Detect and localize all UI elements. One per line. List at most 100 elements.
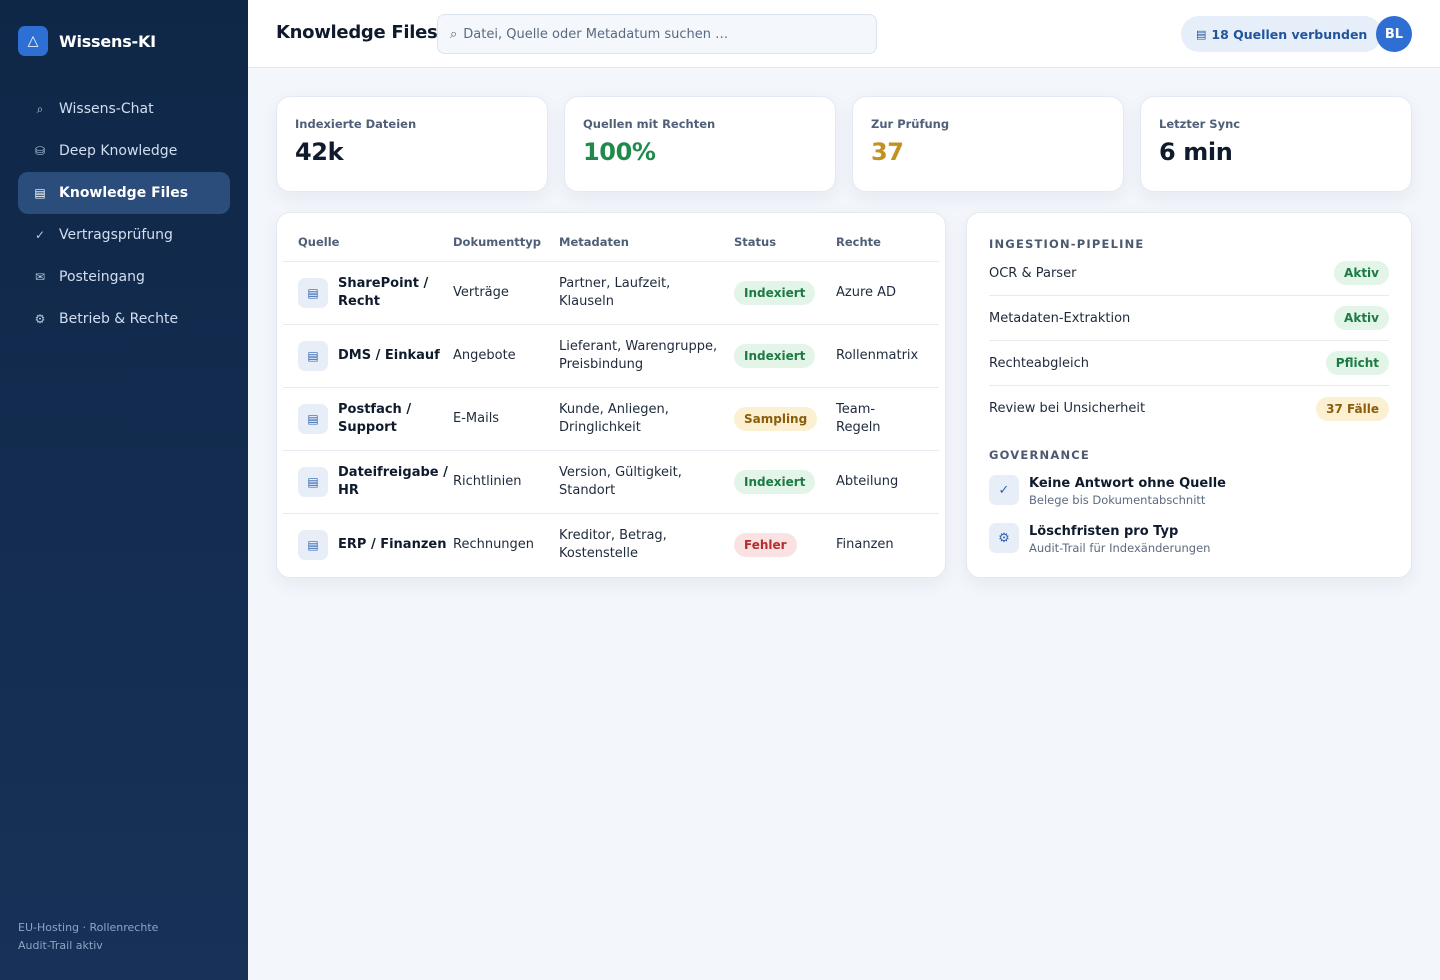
review-cases-badge[interactable]: 37 Fälle bbox=[1316, 396, 1389, 421]
cell-source: ▤ SharePoint / Recht bbox=[283, 261, 453, 325]
sources-connected-button[interactable]: ▤ 18 Quellen verbunden bbox=[1181, 16, 1383, 52]
column-header-source[interactable]: Quelle bbox=[283, 223, 453, 262]
cell-type: Verträge bbox=[453, 261, 559, 325]
file-icon: ▤ bbox=[298, 466, 328, 497]
stat-label: Quellen mit Rechten bbox=[583, 117, 716, 131]
footer-hosting: EU-Hosting · Rollenrechte bbox=[18, 921, 159, 934]
table-row[interactable]: ▤ SharePoint / Recht Verträge Partner, La… bbox=[283, 261, 939, 325]
sidebar-item-label: Knowledge Files bbox=[59, 185, 189, 201]
stat-label: Zur Prüfung bbox=[871, 117, 950, 131]
file-icon: ▤ bbox=[34, 186, 46, 200]
table-row[interactable]: ▤ Postfach / Support E-Mails Kunde, Anlie… bbox=[283, 387, 939, 451]
stat-card-to-review: Zur Prüfung 37 bbox=[852, 96, 1124, 192]
cell-metadata: Version, Gültigkeit, Standort bbox=[559, 450, 734, 514]
column-header-metadata[interactable]: Metadaten bbox=[559, 223, 734, 262]
source-name: SharePoint / Recht bbox=[338, 275, 429, 309]
governance-title: GOVERNANCE bbox=[989, 448, 1090, 462]
search-input[interactable] bbox=[463, 26, 864, 42]
cell-type: Angebote bbox=[453, 324, 559, 388]
sources-table-card: Quelle Dokumenttyp Metadaten Status Rech… bbox=[276, 212, 946, 578]
pipeline-item: Metadaten-Extraktion Aktiv bbox=[989, 296, 1389, 341]
pipeline-item-label: Metadaten-Extraktion bbox=[989, 310, 1131, 326]
sources-connected-label: 18 Quellen verbunden bbox=[1211, 26, 1368, 42]
status-badge: Pflicht bbox=[1325, 351, 1389, 375]
column-header-status[interactable]: Status bbox=[734, 223, 836, 262]
file-icon: ▤ bbox=[1196, 27, 1207, 41]
status-badge: Indexiert bbox=[734, 280, 816, 305]
sidebar-item-label: Betrieb & Rechte bbox=[59, 311, 179, 327]
cell-status: Fehler bbox=[734, 513, 836, 576]
sidebar: △ Wissens-KI ⌕ Wissens-Chat ⛁ Deep Knowl… bbox=[0, 0, 248, 980]
cell-status: Indexiert bbox=[734, 261, 836, 325]
source-name: ERP / Finanzen bbox=[338, 536, 447, 552]
stat-value: 100% bbox=[583, 138, 656, 166]
pipeline-item: Rechteabgleich Pflicht bbox=[989, 341, 1389, 386]
sidebar-item-label: Deep Knowledge bbox=[59, 143, 178, 159]
table-row[interactable]: ▤ ERP / Finanzen Rechnungen Kreditor, Be… bbox=[283, 513, 939, 576]
database-icon: ⛁ bbox=[34, 144, 46, 158]
check-icon: ✓ bbox=[989, 475, 1019, 505]
cell-rights: Abteilung bbox=[836, 450, 939, 514]
governance-item: ⚙ Löschfristen pro Typ Audit-Trail für I… bbox=[989, 523, 1389, 557]
brand-name: Wissens-KI bbox=[59, 31, 156, 51]
pipeline-item: OCR & Parser Aktiv bbox=[989, 251, 1389, 296]
stat-label: Indexierte Dateien bbox=[295, 117, 417, 131]
table-row[interactable]: ▤ Dateifreigabe / HR Richtlinien Version,… bbox=[283, 450, 939, 514]
sidebar-item-vertragspruefung[interactable]: ✓ Vertragsprüfung bbox=[18, 214, 230, 256]
gear-icon: ⚙ bbox=[34, 312, 46, 326]
stat-value: 37 bbox=[871, 138, 904, 166]
cell-type: Richtlinien bbox=[453, 450, 559, 514]
cell-rights: Rollenmatrix bbox=[836, 324, 939, 388]
stat-label: Letzter Sync bbox=[1159, 117, 1241, 131]
sidebar-item-betrieb-rechte[interactable]: ⚙ Betrieb & Rechte bbox=[18, 298, 230, 340]
sources-table: Quelle Dokumenttyp Metadaten Status Rech… bbox=[283, 223, 939, 576]
cell-metadata: Partner, Laufzeit, Klauseln bbox=[559, 261, 734, 325]
governance-item-title: Löschfristen pro Typ bbox=[1029, 524, 1179, 539]
sidebar-item-wissens-chat[interactable]: ⌕ Wissens-Chat bbox=[18, 88, 230, 130]
cell-rights: Team- Regeln bbox=[836, 387, 939, 451]
search-box[interactable]: ⌕ bbox=[437, 14, 877, 54]
cell-type: Rechnungen bbox=[453, 536, 535, 552]
stat-value: 42k bbox=[295, 138, 344, 166]
status-badge: Aktiv bbox=[1334, 261, 1389, 285]
cell-source: ▤ ERP / Finanzen bbox=[283, 513, 453, 576]
table-row[interactable]: ▤ DMS / Einkauf Angebote Lieferant, Ware… bbox=[283, 324, 939, 388]
pipeline-item[interactable]: Review bei Unsicherheit 37 Fälle bbox=[989, 386, 1389, 431]
file-icon: ▤ bbox=[298, 403, 328, 434]
file-icon: ▤ bbox=[298, 340, 328, 371]
avatar[interactable]: BL bbox=[1376, 16, 1412, 52]
column-header-type[interactable]: Dokumenttyp bbox=[453, 223, 559, 262]
governance-item-subtitle: Audit-Trail für Indexänderungen bbox=[1029, 541, 1211, 555]
governance-item-subtitle: Belege bis Dokumentabschnitt bbox=[1029, 493, 1206, 507]
stat-card-last-sync: Letzter Sync 6 min bbox=[1140, 96, 1412, 192]
topbar: Knowledge Files ⌕ ▤ 18 Quellen verbunden… bbox=[248, 0, 1440, 68]
cell-metadata: Kunde, Anliegen, Dringlichkeit bbox=[559, 387, 734, 451]
file-icon: ▤ bbox=[298, 529, 328, 560]
pipeline-title: INGESTION-PIPELINE bbox=[989, 237, 1145, 251]
status-badge: Sampling bbox=[734, 406, 818, 431]
status-badge: Fehler bbox=[734, 532, 797, 557]
file-icon: ▤ bbox=[298, 277, 328, 308]
status-badge: Indexiert bbox=[734, 343, 816, 368]
cell-type: E-Mails bbox=[453, 387, 559, 451]
stat-card-sources-with-rights: Quellen mit Rechten 100% bbox=[564, 96, 836, 192]
sidebar-item-label: Wissens-Chat bbox=[59, 101, 154, 117]
sidebar-item-deep-knowledge[interactable]: ⛁ Deep Knowledge bbox=[18, 130, 230, 172]
triangle-icon: △ bbox=[18, 26, 48, 56]
source-name: Dateifreigabe / HR bbox=[338, 464, 448, 498]
table-header-row: Quelle Dokumenttyp Metadaten Status Rech… bbox=[283, 223, 939, 262]
brand[interactable]: △ Wissens-KI bbox=[18, 26, 156, 56]
sidebar-footer: EU-Hosting · Rollenrechte Audit-Trail ak… bbox=[18, 919, 158, 955]
cell-status: Indexiert bbox=[734, 450, 836, 514]
mail-icon: ✉ bbox=[34, 270, 46, 284]
pipeline-governance-card: INGESTION-PIPELINE OCR & Parser Aktiv Me… bbox=[966, 212, 1412, 578]
sidebar-item-posteingang[interactable]: ✉ Posteingang bbox=[18, 256, 230, 298]
search-icon: ⌕ bbox=[450, 26, 458, 42]
sidebar-item-knowledge-files[interactable]: ▤ Knowledge Files bbox=[18, 172, 230, 214]
search-icon: ⌕ bbox=[36, 101, 44, 116]
stat-card-indexed-files: Indexierte Dateien 42k bbox=[276, 96, 548, 192]
column-header-rights[interactable]: Rechte bbox=[836, 223, 939, 262]
page-title: Knowledge Files bbox=[276, 22, 438, 43]
cell-source: ▤ Postfach / Support bbox=[283, 387, 453, 451]
sidebar-item-label: Vertragsprüfung bbox=[59, 227, 173, 243]
